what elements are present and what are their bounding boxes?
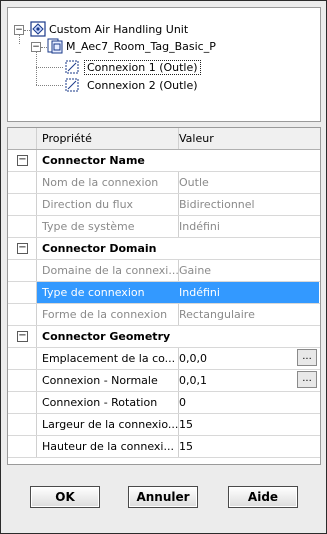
category-connector-geometry[interactable]: − Connector Geometry — [8, 326, 320, 348]
property-row[interactable]: Direction du flux Bidirectionnel — [8, 194, 320, 216]
help-button[interactable]: Aide — [228, 486, 298, 508]
grid-header: Propriété Valeur — [8, 128, 320, 150]
category-connector-name[interactable]: − Connector Name — [8, 150, 320, 172]
header-value: Valeur — [179, 132, 214, 145]
cancel-button[interactable]: Annuler — [128, 486, 198, 508]
family-icon — [47, 38, 63, 57]
connector-tree[interactable]: − Custom Air Handling Unit − M_Aec7_Room… — [7, 7, 321, 122]
ellipsis-button[interactable]: ... — [297, 349, 317, 366]
property-row[interactable]: Domaine de la connexi... Gaine — [8, 260, 320, 282]
property-row-selected[interactable]: Type de connexion Indéfini — [8, 282, 320, 304]
dialog-window: − Custom Air Handling Unit − M_Aec7_Room… — [0, 0, 327, 534]
category-connector-domain[interactable]: − Connector Domain — [8, 238, 320, 260]
component-icon — [30, 21, 46, 40]
collapse-icon[interactable]: − — [17, 155, 28, 166]
tree-item-family[interactable]: M_Aec7_Room_Tag_Basic_P — [66, 38, 216, 55]
ok-button[interactable]: OK — [30, 486, 100, 508]
property-grid[interactable]: Propriété Valeur − Connector Name Nom de… — [7, 127, 321, 465]
connector-icon — [64, 59, 80, 78]
property-row[interactable]: Emplacement de la co... 0,0,0 ... — [8, 348, 320, 370]
property-row[interactable]: Forme de la connexion Rectangulaire — [8, 304, 320, 326]
property-row[interactable]: Hauteur de la connexi... 15 — [8, 436, 320, 458]
tree-item-root[interactable]: Custom Air Handling Unit — [49, 21, 188, 38]
tree-item-connector-2[interactable]: Connexion 2 (Outle) — [87, 77, 198, 94]
property-row[interactable]: Largeur de la connexio... 15 — [8, 414, 320, 436]
ellipsis-button[interactable]: ... — [297, 371, 317, 388]
property-row[interactable]: Nom de la connexion Outle — [8, 172, 320, 194]
property-row[interactable]: Connexion - Rotation 0 — [8, 392, 320, 414]
tree-collapse-toggle[interactable]: − — [14, 25, 24, 35]
collapse-icon[interactable]: − — [17, 331, 28, 342]
connector-icon — [64, 77, 80, 96]
tree-collapse-toggle[interactable]: − — [31, 42, 41, 52]
collapse-icon[interactable]: − — [17, 243, 28, 254]
tree-item-connector-1[interactable]: Connexion 1 (Outle) — [84, 59, 201, 76]
property-row[interactable]: Connexion - Normale 0,0,1 ... — [8, 370, 320, 392]
property-row[interactable]: Type de système Indéfini — [8, 216, 320, 238]
header-property: Propriété — [37, 128, 179, 149]
